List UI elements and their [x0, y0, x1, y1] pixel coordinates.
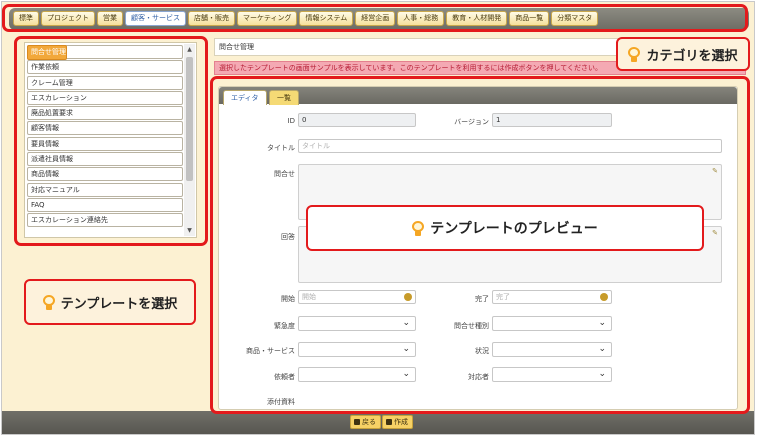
category-callout: カテゴリを選択 — [616, 37, 750, 71]
template-callout: テンプレートを選択 — [24, 279, 196, 325]
lightbulb-icon — [412, 220, 425, 236]
lightbulb-icon — [628, 46, 641, 62]
lightbulb-icon — [42, 294, 55, 310]
create-label: 作成 — [394, 418, 408, 426]
create-button[interactable]: 作成 — [382, 415, 413, 429]
back-button[interactable]: 戻る — [350, 415, 381, 429]
back-label: 戻る — [362, 418, 376, 426]
back-icon — [354, 419, 360, 425]
template-highlight — [14, 36, 208, 246]
app-window: 標準 プロジェクト 営業 顧客・サービス 店舗・販売 マーケティング 情報システム 経営企画人… — [1, 1, 755, 435]
category-callout-text: カテゴリを選択 — [646, 48, 738, 64]
preview-callout: テンプレートのプレビュー — [306, 205, 704, 251]
create-icon — [386, 419, 392, 425]
template-callout-text: テンプレートを選択 — [60, 296, 178, 312]
category-highlight — [2, 4, 748, 32]
preview-callout-text: テンプレートのプレビュー — [430, 221, 598, 237]
